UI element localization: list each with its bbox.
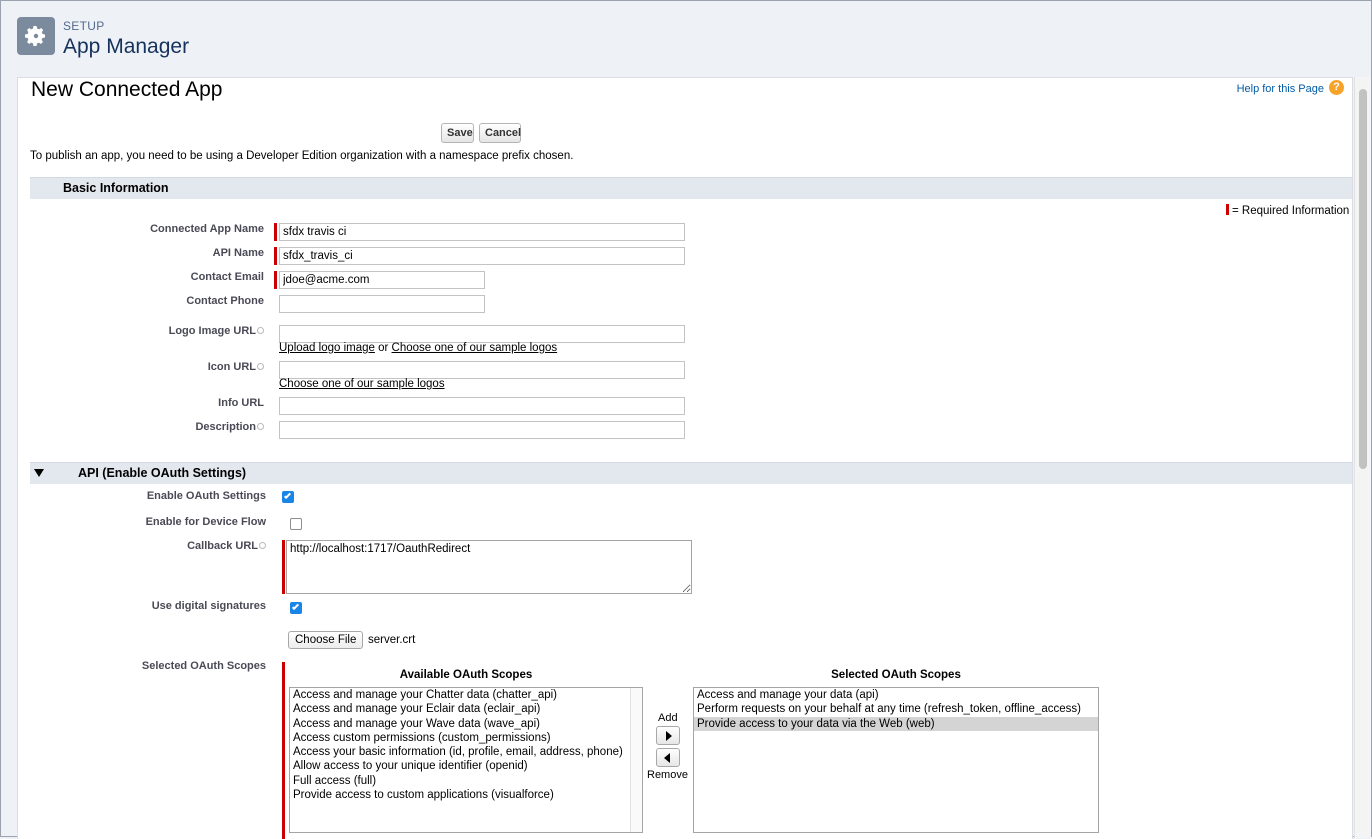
api-name-input[interactable] — [279, 247, 685, 265]
required-marker — [282, 662, 285, 839]
list-item[interactable]: Access and manage your Chatter data (cha… — [290, 688, 642, 702]
label-text: Description — [195, 421, 256, 433]
scroll-thumb[interactable] — [1359, 89, 1367, 469]
info-icon[interactable] — [257, 423, 264, 430]
list-scrollbar[interactable] — [630, 688, 642, 832]
app-manager-title: App Manager — [63, 35, 190, 58]
contact-email-input[interactable] — [279, 271, 485, 289]
enable-oauth-label: Enable OAuth Settings — [146, 490, 266, 502]
setup-header: SETUP App Manager — [1, 1, 1371, 76]
connected-app-name-input[interactable] — [279, 223, 685, 241]
list-item[interactable]: Perform requests on your behalf at any t… — [694, 702, 1098, 716]
selected-file-name: server.crt — [368, 634, 416, 646]
icon-url-label: Icon URL — [208, 361, 264, 373]
connected-app-name-label: Connected App Name — [150, 223, 264, 235]
device-flow-label: Enable for Device Flow — [145, 516, 266, 528]
list-item[interactable]: Access custom permissions (custom_permis… — [290, 731, 642, 745]
choose-file-button[interactable]: Choose File — [288, 631, 364, 649]
or-text: or — [374, 342, 392, 354]
info-url-input[interactable] — [279, 397, 685, 415]
icon-url-input[interactable] — [279, 361, 685, 379]
contact-phone-label: Contact Phone — [186, 295, 264, 307]
required-legend: = Required Information — [1226, 204, 1349, 217]
description-label: Description — [195, 421, 264, 433]
page-scrollbar[interactable] — [1354, 77, 1371, 838]
cancel-button[interactable]: Cancel — [479, 123, 521, 143]
info-icon[interactable] — [257, 327, 264, 334]
publish-note: To publish an app, you need to be using … — [30, 150, 574, 162]
available-scopes-heading: Available OAuth Scopes — [399, 669, 533, 681]
list-item[interactable]: Access and manage your Wave data (wave_a… — [290, 717, 642, 731]
callback-url-textarea[interactable]: http://localhost:1717/OauthRedirect — [286, 540, 692, 594]
callback-url-label: Callback URL — [187, 540, 266, 552]
label-text: Callback URL — [187, 540, 258, 552]
selected-oauth-scopes-label: Selected OAuth Scopes — [141, 660, 266, 672]
remove-scope-button[interactable] — [656, 748, 680, 767]
digital-signatures-checkbox[interactable] — [290, 602, 302, 614]
required-marker — [274, 223, 277, 241]
required-legend-text: = Required Information — [1232, 205, 1350, 217]
list-item[interactable]: Access your basic information (id, profi… — [290, 745, 642, 759]
add-label: Add — [658, 712, 678, 724]
logo-image-url-label: Logo Image URL — [169, 325, 264, 337]
list-item[interactable]: Provide access to your data via the Web … — [694, 716, 1098, 731]
selected-scopes-list[interactable]: Access and manage your data (api) Perfor… — [693, 687, 1099, 833]
required-marker — [282, 540, 285, 594]
basic-information-section: Basic Information — [30, 177, 1352, 199]
upload-logo-link[interactable]: Upload logo image — [279, 342, 375, 354]
collapse-triangle-icon[interactable] — [34, 469, 44, 477]
section-title: API (Enable OAuth Settings) — [78, 466, 247, 480]
help-link[interactable]: Help for this Page — [1237, 83, 1324, 95]
list-item[interactable]: Access and manage your data (api) — [694, 688, 1098, 702]
list-item[interactable]: Access and manage your Eclair data (ecla… — [290, 702, 642, 716]
device-flow-checkbox[interactable] — [290, 518, 302, 530]
api-name-label: API Name — [212, 247, 264, 259]
available-scopes-list[interactable]: Access and manage your Chatter data (cha… — [289, 687, 643, 833]
selected-scopes-heading: Selected OAuth Scopes — [831, 669, 961, 681]
label-text: Logo Image URL — [168, 325, 256, 337]
digital-signatures-label: Use digital signatures — [151, 600, 266, 612]
enable-oauth-checkbox[interactable] — [282, 491, 294, 503]
required-marker — [1226, 204, 1229, 215]
contact-phone-input[interactable] — [279, 295, 485, 313]
list-item[interactable]: Full access (full) — [290, 774, 642, 788]
info-icon[interactable] — [257, 363, 264, 370]
description-input[interactable] — [279, 421, 685, 439]
main-panel: New Connected App Help for this Page ? S… — [17, 77, 1353, 839]
required-marker — [274, 247, 277, 265]
save-button[interactable]: Save — [441, 123, 474, 143]
list-item[interactable]: Allow access to your unique identifier (… — [290, 759, 642, 773]
add-scope-button[interactable] — [656, 726, 680, 745]
sample-logos-link[interactable]: Choose one of our sample logos — [392, 342, 558, 354]
section-title: Basic Information — [63, 181, 169, 195]
icon-links: Choose one of our sample logos — [279, 378, 445, 390]
info-url-label: Info URL — [218, 397, 264, 409]
label-text: Icon URL — [207, 361, 256, 373]
logo-links: Upload logo image or Choose one of our s… — [279, 342, 557, 354]
gear-icon — [17, 17, 55, 55]
list-item[interactable]: Provide access to custom applications (v… — [290, 788, 642, 802]
required-marker — [274, 271, 277, 289]
remove-label: Remove — [647, 769, 688, 781]
question-icon[interactable]: ? — [1329, 80, 1344, 95]
page-title: New Connected App — [31, 78, 223, 101]
api-oauth-section[interactable]: API (Enable OAuth Settings) — [30, 462, 1352, 484]
setup-label: SETUP — [63, 19, 105, 33]
sample-icons-link[interactable]: Choose one of our sample logos — [279, 378, 445, 390]
info-icon[interactable] — [259, 542, 266, 549]
contact-email-label: Contact Email — [190, 271, 264, 283]
logo-image-url-input[interactable] — [279, 325, 685, 343]
